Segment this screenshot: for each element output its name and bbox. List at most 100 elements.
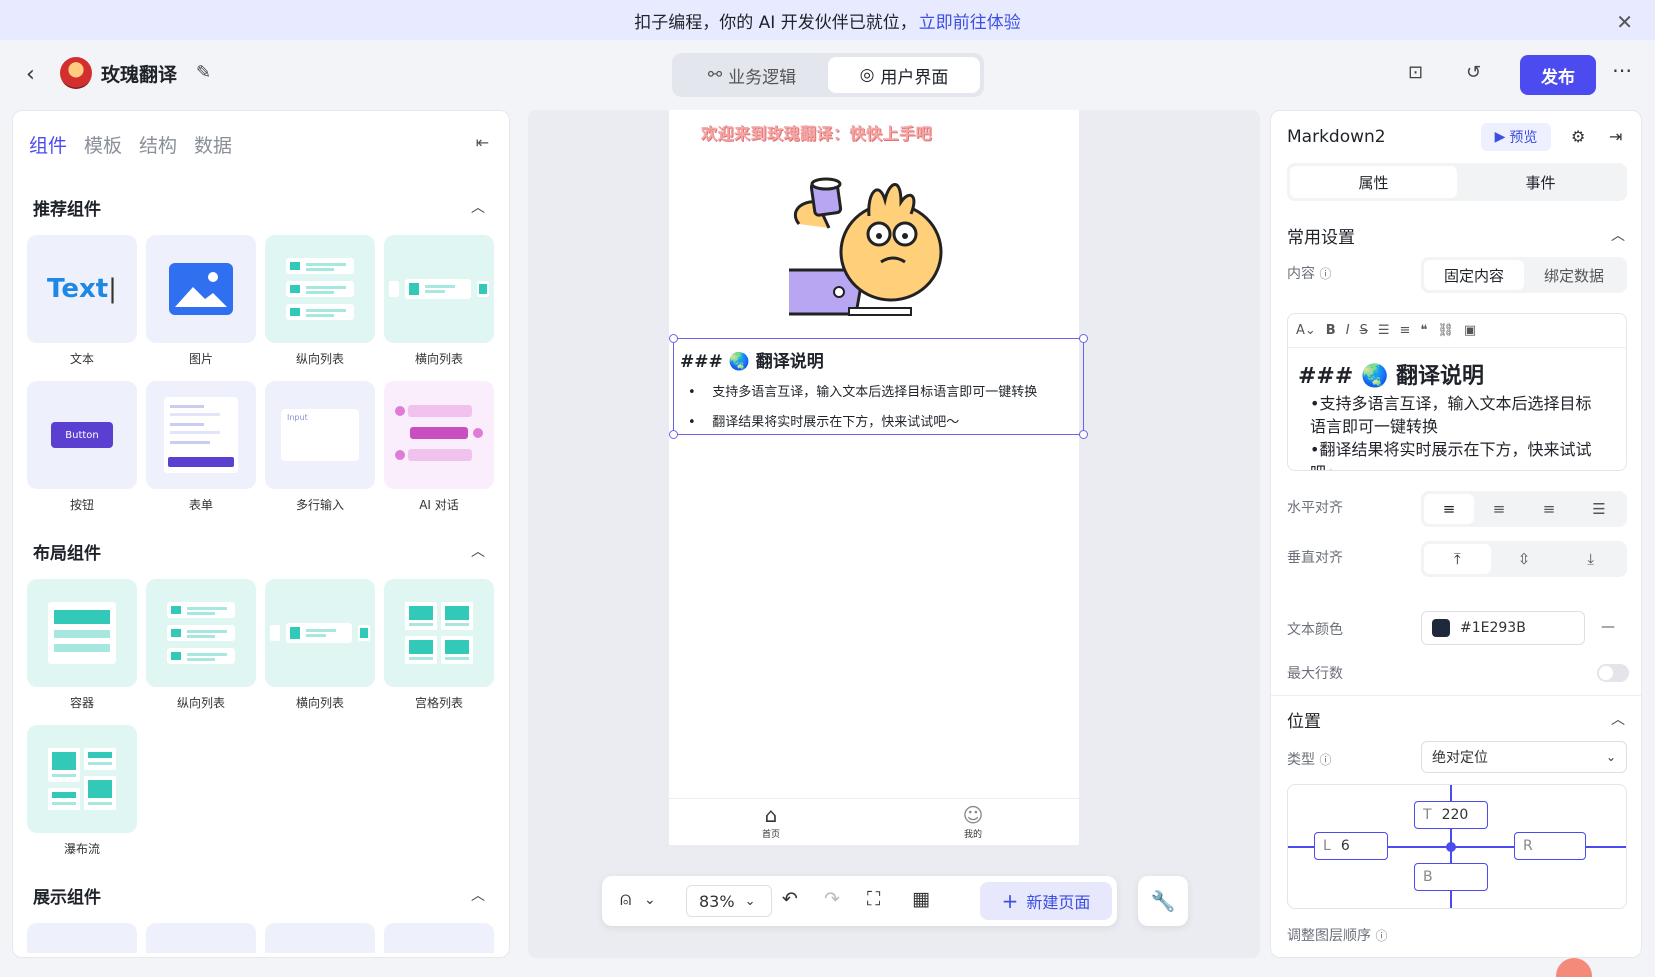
minus-icon[interactable]: —	[1601, 619, 1615, 635]
bold-icon[interactable]: B	[1326, 323, 1336, 338]
component-horizontal-list[interactable]: 横向列表	[384, 235, 494, 367]
phone-tabbar: ⌂ 首页 ☺ 我的	[669, 798, 1079, 845]
thumb: Text |	[27, 235, 137, 343]
position-right-input[interactable]: R	[1514, 832, 1586, 860]
component-image[interactable]: 图片	[146, 235, 256, 367]
tab-home[interactable]: ⌂ 首页	[741, 803, 801, 840]
page-title-text[interactable]: 欢迎来到玫瑰翻译：快快上手吧	[701, 120, 932, 144]
font-size-icon[interactable]: A⌄	[1296, 323, 1316, 338]
component-container[interactable]: 容器	[27, 579, 137, 711]
component-ai-chat[interactable]: AI 对话	[384, 381, 494, 513]
chevron-up-icon[interactable]: ︿	[471, 541, 485, 561]
layer-order-label: 调整图层顺序 ⓘ	[1287, 928, 1388, 944]
chevron-up-icon[interactable]: ︿	[1611, 225, 1625, 245]
more-icon[interactable]: ⋯	[1612, 58, 1632, 82]
app-avatar	[60, 57, 92, 89]
text-color-input[interactable]: #1E293B	[1421, 611, 1585, 645]
resize-handle[interactable]	[1079, 334, 1088, 343]
new-page-label: 新建页面	[1026, 893, 1091, 912]
component-layout-horizontal-list[interactable]: 横向列表	[265, 579, 375, 711]
tab-user-interface[interactable]: ◎ 用户界面	[828, 57, 980, 93]
display-thumb[interactable]	[265, 923, 375, 953]
collapse-panel-icon[interactable]: ⇤	[476, 133, 489, 152]
edit-icon[interactable]: ✎	[196, 62, 211, 83]
tab-components[interactable]: 组件	[29, 131, 67, 158]
align-bottom-icon[interactable]: ⤓	[1557, 544, 1624, 574]
tab-data[interactable]: 数据	[194, 131, 232, 158]
mascot-illustration[interactable]	[789, 172, 954, 317]
chevron-up-icon[interactable]: ︿	[1611, 709, 1625, 729]
chat-icon	[395, 405, 483, 461]
wrench-button[interactable]: 🔧	[1138, 876, 1188, 926]
numbered-list-icon[interactable]: ≡	[1399, 323, 1410, 338]
display-thumb[interactable]	[384, 923, 494, 953]
position-type-select[interactable]: 绝对定位 ⌄	[1421, 741, 1627, 773]
resize-handle[interactable]	[1079, 430, 1088, 439]
gear-icon[interactable]: ⚙	[1571, 127, 1585, 146]
bullet-list-icon[interactable]: ☰	[1378, 323, 1390, 338]
v-align-label: 垂直对齐	[1287, 550, 1343, 566]
publish-button[interactable]: 发布	[1520, 55, 1596, 95]
back-icon[interactable]: ‹	[26, 62, 35, 87]
markdown-editor[interactable]: A⌄ B I S ☰ ≡ ❝ ⛓ ▣ ### 🌏 翻译说明 •支持多语言互译，输…	[1287, 313, 1627, 471]
tab-properties[interactable]: 属性	[1290, 166, 1457, 198]
component-waterfall[interactable]: 瀑布流	[27, 725, 137, 857]
tab-business-logic[interactable]: ⚯ 业务逻辑	[676, 57, 828, 93]
tab-events[interactable]: 事件	[1457, 166, 1624, 198]
grid-icon[interactable]: ▦	[912, 888, 930, 910]
italic-icon[interactable]: I	[1346, 323, 1350, 338]
fit-screen-icon[interactable]: ⛶	[867, 888, 880, 910]
tab-fixed-content[interactable]: 固定内容	[1424, 260, 1524, 290]
max-lines-toggle[interactable]	[1597, 664, 1629, 682]
component-form[interactable]: 表单	[146, 381, 256, 513]
mouse-icon[interactable]: ⍝	[620, 888, 631, 910]
align-right-icon[interactable]: ≡	[1524, 494, 1574, 524]
component-vertical-list[interactable]: 纵向列表	[265, 235, 375, 367]
tab-structure[interactable]: 结构	[139, 131, 177, 158]
display-thumb[interactable]	[146, 923, 256, 953]
new-page-button[interactable]: + 新建页面	[980, 882, 1112, 920]
undo-icon[interactable]: ↶	[782, 888, 798, 910]
chevron-up-icon[interactable]: ︿	[471, 197, 485, 217]
position-top-input[interactable]: T 220	[1414, 801, 1488, 829]
link-icon[interactable]: ⛓	[1437, 323, 1454, 338]
image-icon[interactable]: ▣	[1464, 323, 1476, 338]
tab-bind-data[interactable]: 绑定数据	[1524, 260, 1624, 290]
collapse-right-icon[interactable]: ⇥	[1609, 127, 1622, 146]
editor-line: •支持多语言互译，输入文本后选择目标语言即可一键转换	[1310, 394, 1592, 436]
position-left-input[interactable]: L6	[1314, 832, 1388, 860]
component-grid-list[interactable]: 宫格列表	[384, 579, 494, 711]
strikethrough-icon[interactable]: S	[1360, 323, 1368, 338]
component-button[interactable]: Button 按钮	[27, 381, 137, 513]
display-thumb[interactable]	[27, 923, 137, 953]
align-middle-icon[interactable]: ⇳	[1491, 544, 1558, 574]
align-justify-icon[interactable]: ☰	[1574, 494, 1624, 524]
component-textarea[interactable]: Input 多行输入	[265, 381, 375, 513]
assistant-avatar[interactable]	[1556, 958, 1592, 977]
preview-button[interactable]: ▶ 预览	[1481, 123, 1551, 151]
component-layout-vertical-list[interactable]: 纵向列表	[146, 579, 256, 711]
archive-icon[interactable]: ⊡	[1408, 62, 1423, 83]
chevron-down-icon[interactable]: ⌄	[644, 892, 656, 908]
tab-mine[interactable]: ☺ 我的	[943, 803, 1003, 840]
resize-handle[interactable]	[669, 430, 678, 439]
align-left-icon[interactable]: ≡	[1424, 494, 1474, 524]
history-icon[interactable]: ↺	[1466, 62, 1481, 83]
markdown-component-selected[interactable]: ### 🌏 翻译说明 • 支持多语言互译，输入文本后选择目标语言即可一键转换 •…	[669, 334, 1088, 439]
banner-link[interactable]: 立即前往体验	[919, 8, 1021, 33]
zoom-select[interactable]: 83% ⌄	[686, 885, 772, 917]
color-swatch[interactable]	[1432, 619, 1450, 637]
palette-icon: ◎	[859, 65, 875, 85]
markdown-list-item: • 翻译结果将实时展示在下方，快来试试吧〜	[688, 415, 960, 430]
align-center-icon[interactable]: ≡	[1474, 494, 1524, 524]
close-icon[interactable]: ✕	[1616, 10, 1633, 34]
chevron-up-icon[interactable]: ︿	[471, 885, 485, 905]
component-text[interactable]: Text | 文本	[27, 235, 137, 367]
resize-handle[interactable]	[669, 334, 678, 343]
redo-icon[interactable]: ↷	[824, 888, 840, 910]
position-bottom-input[interactable]: B	[1414, 863, 1488, 891]
quote-icon[interactable]: ❝	[1420, 323, 1427, 338]
tab-templates[interactable]: 模板	[84, 131, 122, 158]
align-top-icon[interactable]: ⤒	[1424, 544, 1491, 574]
chevron-down-icon: ⌄	[744, 893, 756, 909]
